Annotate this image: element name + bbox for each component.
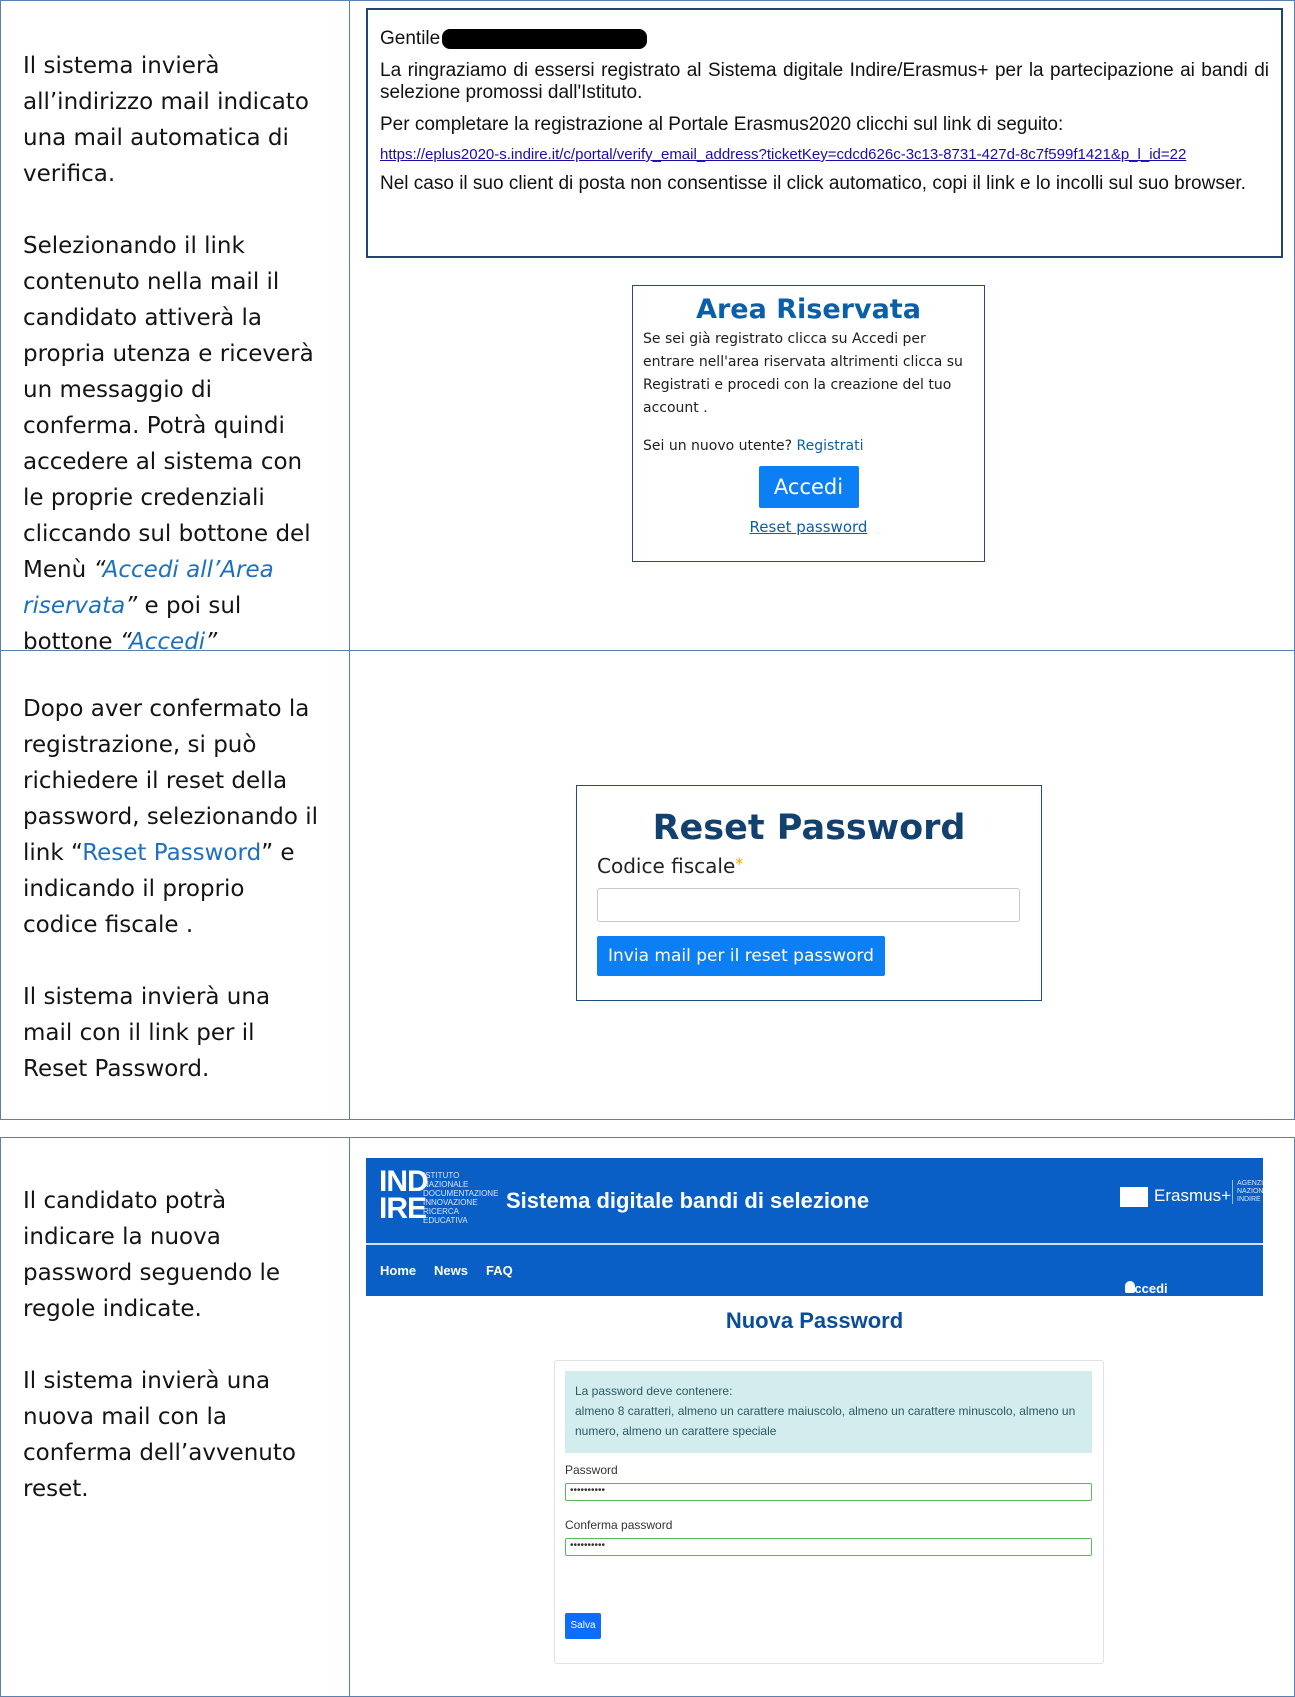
codice-fiscale-label: Codice fiscale* — [597, 854, 744, 878]
erasmus-logo: Erasmus+ — [1120, 1186, 1231, 1207]
area-riservata-description: Se sei già registrato clicca su Accedi p… — [643, 331, 963, 416]
row3-para2: Il sistema invierà una nuova mail con la… — [23, 1368, 296, 1502]
row1-para1: Il sistema invierà all’indirizzo mail in… — [23, 53, 309, 187]
nav-news[interactable]: News — [434, 1263, 468, 1278]
required-mark: * — [735, 854, 744, 873]
accedi-ref: Accedi — [129, 629, 206, 655]
nav-faq[interactable]: FAQ — [486, 1263, 513, 1278]
indire-logo-subtitle: ISTITUTO NAZIONALE DOCUMENTAZIONE INNOVA… — [423, 1171, 499, 1225]
password-label: Password — [565, 1463, 618, 1477]
portal-header: IND IRE ISTITUTO NAZIONALE DOCUMENTAZIONE… — [366, 1158, 1263, 1243]
indire-logo: IND IRE — [379, 1165, 429, 1225]
password-input[interactable]: •••••••••• — [565, 1483, 1092, 1501]
new-user-line: Sei un nuovo utente? Registrati — [643, 438, 864, 454]
row3-para1: Il candidato potrà indicare la nuova pas… — [23, 1188, 281, 1322]
email-line2: Per completare la registrazione al Porta… — [380, 114, 1064, 135]
verification-email: Gentile La ringraziamo di essersi regist… — [366, 8, 1283, 258]
row2-para2: Il sistema invierà una mail con il link … — [23, 984, 271, 1082]
area-riservata-title: Area Riservata — [696, 294, 921, 325]
redacted-name — [442, 28, 648, 49]
eu-flag-icon — [1120, 1186, 1148, 1207]
portal-nav: Home News FAQ Accedi all'area riserva — [366, 1245, 1263, 1326]
nuova-password-title: Nuova Password — [725, 1308, 904, 1333]
reset-password-ref: Reset Password — [82, 840, 262, 866]
accedi-button[interactable]: Accedi — [758, 466, 859, 508]
reset-password-title: Reset Password — [652, 808, 966, 848]
save-button[interactable]: Salva — [565, 1613, 601, 1639]
new-password-form: La password deve contenere: almeno 8 car… — [554, 1360, 1104, 1664]
email-line3: Nel caso il suo client di posta non cons… — [380, 173, 1246, 194]
register-link[interactable]: Registrati — [796, 438, 863, 454]
verify-email-link[interactable]: https://eplus2020-s.indire.it/c/portal/v… — [380, 146, 1186, 163]
agenzia-logo: AGENZIA NAZIONALE INDIRE — [1232, 1180, 1263, 1204]
email-line1: La ringraziamo di essersi registrato al … — [380, 60, 1269, 103]
confirm-password-input[interactable]: •••••••••• — [565, 1538, 1092, 1556]
row2-left-text: Dopo aver confermato la registrazione, s… — [23, 691, 323, 1087]
row1-para2: Selezionando il link contenuto nella mai… — [23, 233, 314, 655]
nav-home[interactable]: Home — [380, 1263, 416, 1278]
password-rules-info: La password deve contenere: almeno 8 car… — [565, 1371, 1092, 1453]
send-reset-mail-button[interactable]: Invia mail per il reset password — [597, 936, 885, 976]
codice-fiscale-input[interactable] — [597, 888, 1020, 922]
email-greeting: Gentile — [380, 28, 441, 49]
confirm-password-label: Conferma password — [565, 1518, 673, 1532]
row1-left-text: Il sistema invierà all’indirizzo mail in… — [23, 48, 323, 660]
system-name: Sistema digitale bandi di selezione — [506, 1188, 870, 1213]
area-riservata-panel: Area Riservata Se sei già registrato cli… — [632, 285, 985, 562]
row3-left-text: Il candidato potrà indicare la nuova pas… — [23, 1183, 323, 1507]
row2-para1: Dopo aver confermato la registrazione, s… — [23, 696, 319, 938]
portal-screenshot: IND IRE ISTITUTO NAZIONALE DOCUMENTAZIONE… — [366, 1158, 1263, 1668]
reset-password-panel: Reset Password Codice fiscale* Invia mai… — [576, 785, 1042, 1001]
reset-password-link[interactable]: Reset password — [643, 518, 974, 536]
